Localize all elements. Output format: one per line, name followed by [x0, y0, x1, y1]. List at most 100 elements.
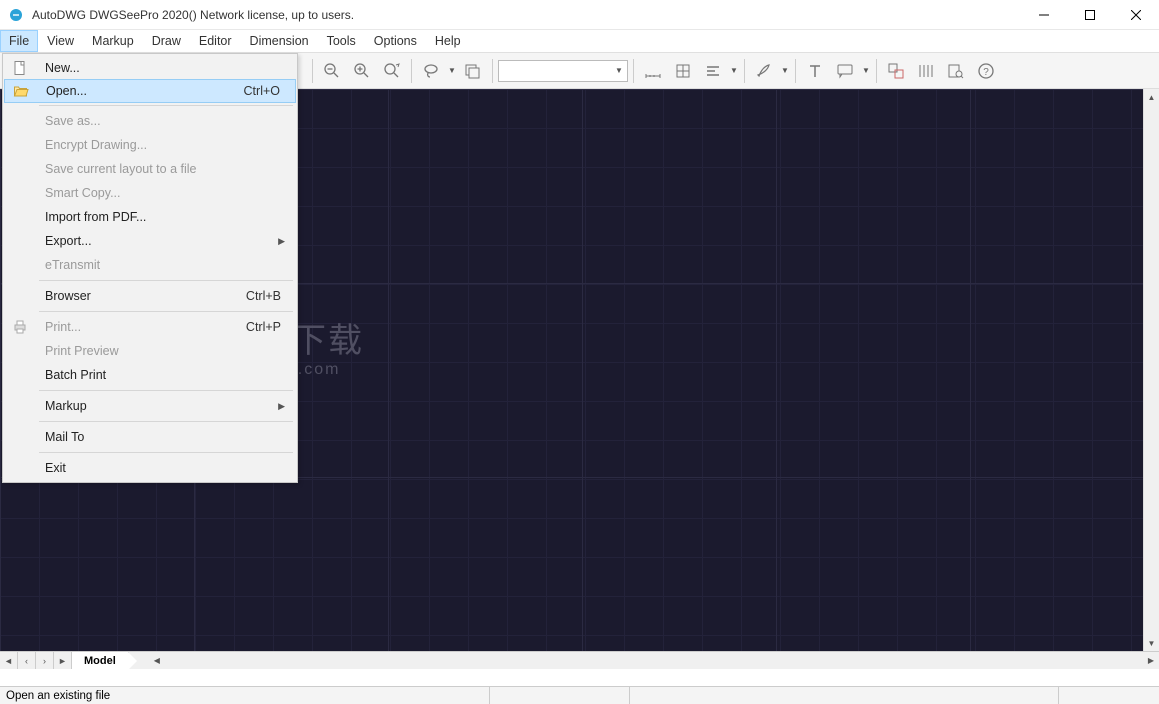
menu-item-label: Save current layout to a file [35, 162, 295, 176]
menu-item-label: Smart Copy... [35, 186, 295, 200]
lasso-icon[interactable] [417, 57, 445, 85]
menu-item-shortcut: Ctrl+B [246, 289, 295, 303]
zoom-out-icon[interactable] [318, 57, 346, 85]
text-icon[interactable] [801, 57, 829, 85]
file-menu-item-import-from-pdf[interactable]: Import from PDF... [5, 205, 295, 229]
lasso-dropdown-icon[interactable]: ▼ [447, 66, 457, 75]
menu-tools[interactable]: Tools [318, 30, 365, 52]
menubar: File View Markup Draw Editor Dimension T… [0, 30, 1159, 53]
find-icon[interactable] [942, 57, 970, 85]
menu-separator [39, 311, 293, 312]
compare-icon[interactable] [882, 57, 910, 85]
maximize-button[interactable] [1067, 0, 1113, 30]
menu-item-label: Browser [35, 289, 246, 303]
close-button[interactable] [1113, 0, 1159, 30]
file-menu-item-etransmit: eTransmit [5, 253, 295, 277]
layers-icon[interactable] [459, 57, 487, 85]
statusbar: Open an existing file [0, 686, 1159, 704]
file-menu-item-batch-print[interactable]: Batch Print [5, 363, 295, 387]
menu-separator [39, 105, 293, 106]
layer-combo[interactable]: ▼ [498, 60, 628, 82]
menu-draw[interactable]: Draw [143, 30, 190, 52]
tabs-row: ◄ ‹ › ► Model ◀ ▶ [0, 651, 1159, 669]
menu-item-label: Batch Print [35, 368, 295, 382]
tab-last-icon[interactable]: ► [54, 652, 72, 669]
file-menu-item-mail-to[interactable]: Mail To [5, 425, 295, 449]
file-menu-item-print-preview: Print Preview [5, 339, 295, 363]
menu-item-label: Import from PDF... [35, 210, 295, 224]
menu-separator [39, 452, 293, 453]
menu-markup[interactable]: Markup [83, 30, 143, 52]
zoom-in-icon[interactable] [348, 57, 376, 85]
toolbar-separator [411, 59, 412, 83]
help-icon[interactable]: ? [972, 57, 1000, 85]
comment-icon[interactable] [831, 57, 859, 85]
open-folder-icon [6, 83, 36, 99]
align-icon[interactable] [699, 57, 727, 85]
toolbar-separator [744, 59, 745, 83]
file-menu-item-save-current-layout-to-a-file: Save current layout to a file [5, 157, 295, 181]
status-cell-2 [490, 687, 630, 704]
menu-item-label: Encrypt Drawing... [35, 138, 295, 152]
menu-item-label: Open... [36, 84, 244, 98]
tab-first-icon[interactable]: ◄ [0, 652, 18, 669]
tab-model[interactable]: Model [72, 652, 129, 669]
print-icon [5, 319, 35, 335]
menu-file[interactable]: File [0, 30, 38, 52]
submenu-arrow-icon: ▶ [278, 236, 295, 247]
menu-item-label: Print... [35, 320, 246, 334]
menu-options[interactable]: Options [365, 30, 426, 52]
menu-editor[interactable]: Editor [190, 30, 241, 52]
vertical-scrollbar[interactable]: ▲ ▼ [1143, 89, 1159, 651]
measure-distance-icon[interactable] [639, 57, 667, 85]
file-menu-item-print: Print...Ctrl+P [5, 315, 295, 339]
menu-item-label: Print Preview [35, 344, 295, 358]
titlebar: AutoDWG DWGSeePro 2020() Network license… [0, 0, 1159, 30]
menu-view[interactable]: View [38, 30, 83, 52]
app-icon [6, 5, 26, 25]
menu-dimension[interactable]: Dimension [241, 30, 318, 52]
tab-prev-icon[interactable]: ‹ [18, 652, 36, 669]
file-menu-item-markup[interactable]: Markup▶ [5, 394, 295, 418]
menu-item-label: Exit [35, 461, 295, 475]
status-cell-3 [630, 687, 1059, 704]
menu-separator [39, 390, 293, 391]
scroll-right-icon[interactable]: ▶ [1143, 656, 1159, 665]
toolbar-separator [312, 59, 313, 83]
file-menu-item-encrypt-drawing: Encrypt Drawing... [5, 133, 295, 157]
menu-item-shortcut: Ctrl+P [246, 320, 295, 334]
menu-item-label: Markup [35, 399, 278, 413]
file-menu-item-exit[interactable]: Exit [5, 456, 295, 480]
status-cell-4 [1059, 687, 1159, 704]
menu-item-label: Save as... [35, 114, 295, 128]
scroll-left-icon[interactable]: ◀ [149, 656, 165, 665]
tab-next-icon[interactable]: › [36, 652, 54, 669]
toolbar-separator [795, 59, 796, 83]
minimize-button[interactable] [1021, 0, 1067, 30]
chevron-down-icon: ▼ [611, 66, 627, 75]
file-menu-item-open[interactable]: Open...Ctrl+O [4, 79, 296, 103]
align-dropdown-icon[interactable]: ▼ [729, 66, 739, 75]
menu-help[interactable]: Help [426, 30, 470, 52]
toolbar-separator [492, 59, 493, 83]
measure-area-icon[interactable] [669, 57, 697, 85]
menu-item-label: Export... [35, 234, 278, 248]
scroll-up-icon[interactable]: ▲ [1144, 89, 1159, 105]
window-title: AutoDWG DWGSeePro 2020() Network license… [32, 8, 1021, 22]
file-menu-item-export[interactable]: Export...▶ [5, 229, 295, 253]
comment-dropdown-icon[interactable]: ▼ [861, 66, 871, 75]
hatch-icon[interactable] [912, 57, 940, 85]
toolbar-separator [876, 59, 877, 83]
brush-icon[interactable] [750, 57, 778, 85]
menu-item-label: eTransmit [35, 258, 295, 272]
brush-dropdown-icon[interactable]: ▼ [780, 66, 790, 75]
file-menu-item-browser[interactable]: BrowserCtrl+B [5, 284, 295, 308]
file-menu-item-new[interactable]: New... [5, 56, 295, 80]
scroll-down-icon[interactable]: ▼ [1144, 635, 1159, 651]
menu-item-label: Mail To [35, 430, 295, 444]
file-menu-dropdown: New...Open...Ctrl+OSave as...Encrypt Dra… [2, 53, 298, 483]
horizontal-scrollbar[interactable]: ◀ ▶ [149, 652, 1159, 669]
zoom-extents-icon[interactable] [378, 57, 406, 85]
menu-item-shortcut: Ctrl+O [244, 84, 294, 98]
menu-separator [39, 421, 293, 422]
